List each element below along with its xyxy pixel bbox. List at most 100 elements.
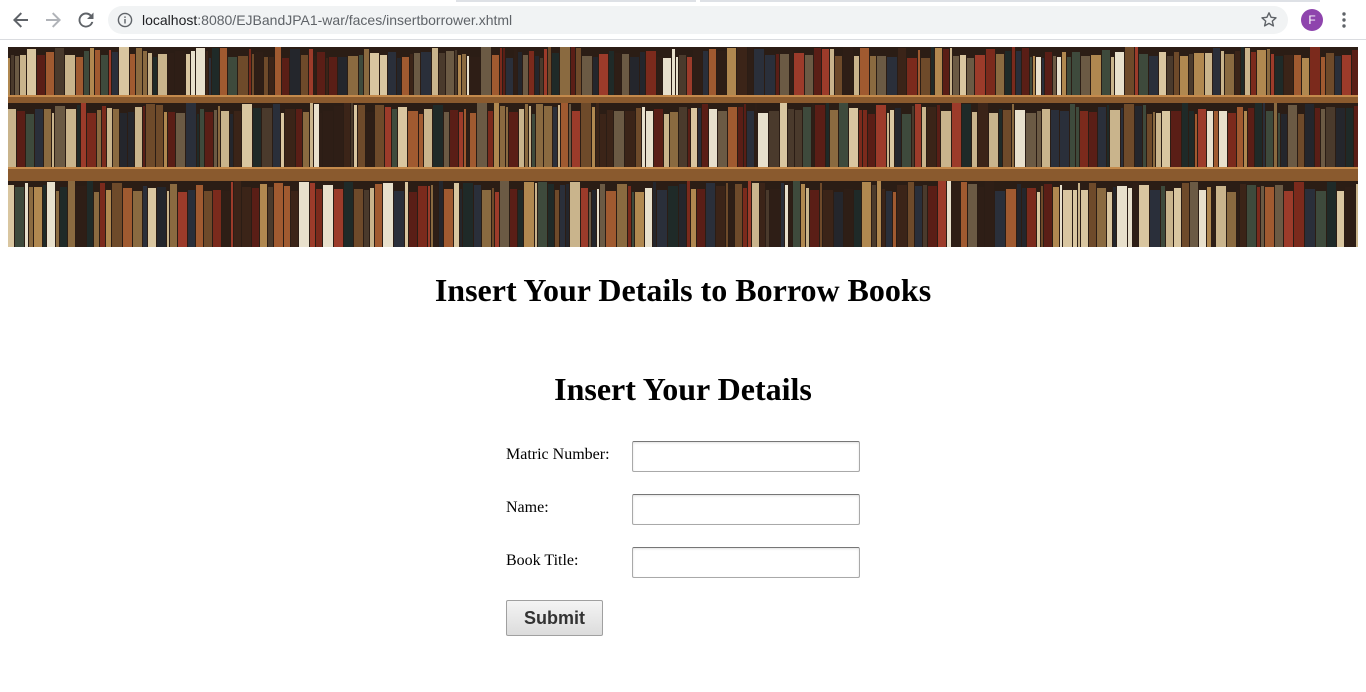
url-text[interactable]: localhost:8080/EJBandJPA1-war/faces/inse…: [142, 6, 512, 34]
book-spine: [1067, 57, 1071, 95]
book-spine: [107, 108, 112, 167]
book-spine: [1015, 110, 1025, 167]
book-spine: [877, 181, 881, 247]
book-spine: [1278, 113, 1280, 167]
book-spine: [230, 114, 233, 167]
name-input[interactable]: [632, 494, 860, 525]
book-spine: [344, 103, 350, 167]
book-spine: [264, 57, 268, 95]
book-spine: [446, 51, 454, 95]
book-spine: [1027, 188, 1036, 247]
book-spine: [1227, 192, 1236, 247]
book-spine: [923, 185, 927, 247]
book-spine: [1237, 107, 1243, 167]
book-spine: [44, 109, 51, 167]
book-spine: [1135, 106, 1142, 167]
more-vert-icon[interactable]: [1336, 10, 1352, 30]
book-spine: [717, 51, 726, 95]
bookshelf-banner: [8, 47, 1358, 247]
book-spine: [1053, 56, 1056, 95]
book-spine: [1335, 56, 1341, 95]
book-spine: [1247, 185, 1256, 247]
book-spine: [766, 190, 769, 247]
book-spine: [1190, 182, 1198, 247]
book-spine: [1195, 114, 1197, 167]
book-spine: [35, 109, 43, 167]
book-spine: [902, 114, 911, 167]
address-bar[interactable]: localhost:8080/EJBandJPA1-war/faces/inse…: [108, 6, 1288, 34]
book-spine: [593, 57, 598, 95]
book-spine: [843, 47, 853, 95]
book-spine: [1327, 182, 1336, 247]
book-spine: [657, 190, 667, 247]
book-spine: [1182, 183, 1189, 247]
book-spine: [220, 48, 227, 95]
book-spine: [972, 112, 977, 167]
book-spine: [1261, 186, 1264, 247]
info-icon[interactable]: [117, 12, 133, 28]
book-spine: [506, 107, 508, 167]
forward-button[interactable]: [39, 6, 67, 34]
book-spine: [1248, 108, 1254, 167]
book-spine: [996, 54, 1004, 95]
book-spine: [986, 49, 995, 95]
book-spine: [687, 57, 692, 95]
book-spine: [1265, 187, 1274, 247]
book-spine: [1159, 52, 1166, 95]
book-spine: [143, 186, 147, 247]
book-spine: [826, 103, 829, 167]
star-icon[interactable]: [1260, 11, 1278, 29]
book-spine: [844, 189, 853, 247]
book-spine: [927, 107, 936, 167]
book-spine: [55, 48, 64, 95]
book-spine: [645, 188, 652, 247]
book-spine: [291, 191, 298, 247]
book-spine: [738, 107, 743, 167]
book-spine: [1294, 55, 1301, 95]
book-spine: [785, 185, 788, 247]
book-spine: [571, 47, 575, 95]
book-spine: [1037, 192, 1040, 247]
submit-button[interactable]: Submit: [506, 600, 603, 636]
book-spine: [431, 185, 433, 247]
book-spine: [794, 53, 804, 95]
book-spine: [1115, 52, 1124, 95]
book-spine: [718, 111, 727, 167]
book-spine: [344, 182, 353, 247]
book-spine: [370, 53, 379, 95]
reload-button[interactable]: [72, 6, 100, 34]
book-spine: [15, 187, 24, 247]
form-title: Insert Your Details: [554, 371, 812, 407]
book-spine: [1076, 107, 1079, 167]
book-spine: [123, 188, 132, 247]
book-spine: [803, 107, 811, 167]
book-spine: [706, 183, 715, 247]
book-spine: [1057, 57, 1061, 95]
book-spine: [26, 114, 34, 167]
book-spine: [1207, 187, 1211, 247]
book-spine: [548, 184, 554, 247]
profile-avatar[interactable]: F: [1301, 9, 1323, 31]
book-spine: [492, 55, 499, 95]
url-host: localhost: [142, 12, 198, 28]
book-spine: [1167, 56, 1173, 95]
book-spine: [1162, 111, 1170, 167]
book-spine: [37, 55, 45, 95]
book-spine: [536, 104, 543, 167]
book-spine: [84, 51, 89, 95]
book-spine: [359, 55, 363, 95]
book-spine: [989, 113, 998, 167]
book-spine: [941, 111, 951, 167]
back-button[interactable]: [7, 6, 35, 34]
book-spine: [1271, 54, 1274, 95]
matric-number-input[interactable]: [632, 441, 860, 472]
book-spine: [500, 181, 509, 247]
arrow-left-icon: [13, 12, 28, 28]
tab-strip-edge-right: [700, 0, 1320, 2]
book-title-input[interactable]: [632, 547, 860, 578]
book-spine: [600, 114, 606, 167]
book-spine: [1294, 182, 1304, 247]
book-title-label: Book Title:: [506, 552, 579, 569]
book-spine: [1045, 52, 1052, 95]
book-spine: [206, 51, 208, 95]
